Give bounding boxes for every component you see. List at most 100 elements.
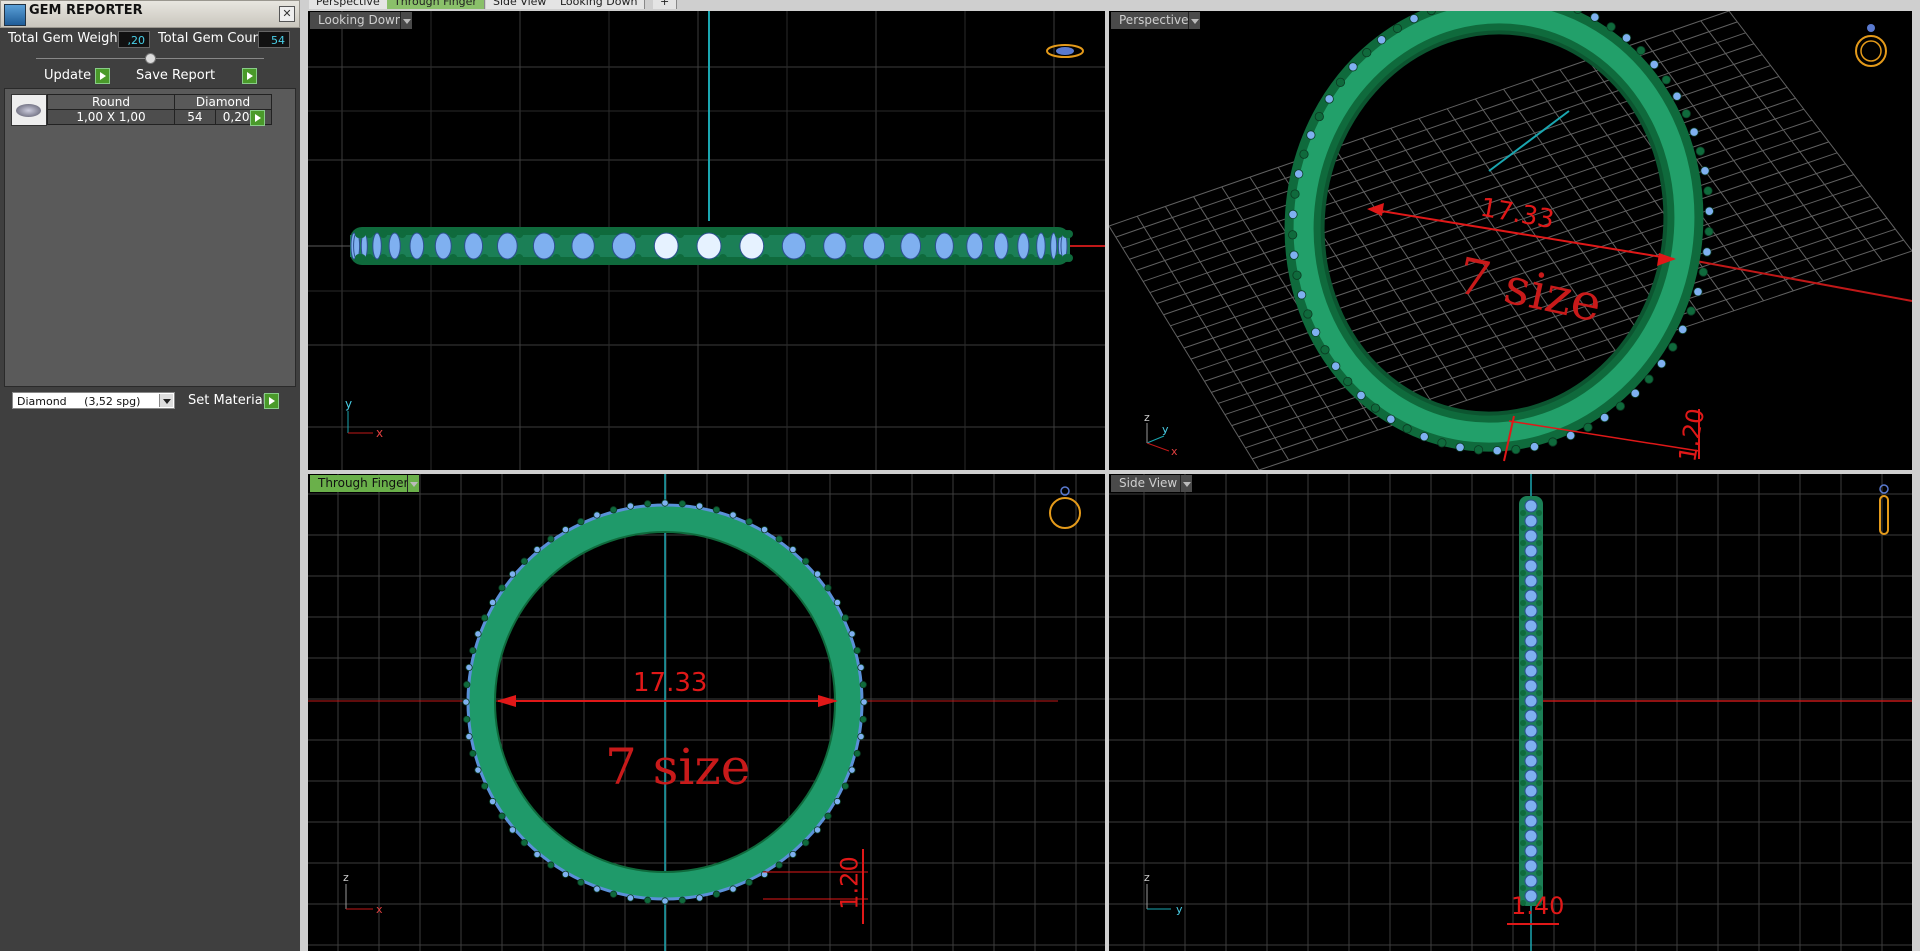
prong: [844, 230, 853, 238]
gem: [653, 232, 679, 260]
save-report-button[interactable]: Save Report: [136, 67, 215, 85]
tab-perspective[interactable]: Perspective: [309, 0, 388, 9]
gem: [577, 518, 585, 526]
prong: [951, 230, 960, 238]
gem: [789, 850, 797, 859]
gem: [1529, 442, 1540, 452]
gem: [1704, 206, 1714, 216]
gem: [1524, 589, 1538, 603]
gem: [1621, 33, 1632, 43]
material-select[interactable]: Diamond (3,52 spg): [12, 392, 175, 409]
axis-gizmo: z y: [1144, 871, 1183, 916]
prong: [1520, 585, 1526, 591]
prong: [951, 254, 960, 262]
chevron-down-icon[interactable]: [400, 12, 412, 29]
axis-y-label: y: [1162, 423, 1169, 436]
gem: [532, 232, 556, 260]
prong: [515, 230, 524, 238]
set-material-play-icon[interactable]: [264, 393, 279, 409]
gem: [1672, 91, 1682, 101]
tab-side-view[interactable]: Side View: [486, 0, 555, 9]
gem: [696, 232, 722, 260]
gem: [1524, 679, 1538, 693]
axis-x-label: x: [376, 903, 383, 916]
update-play-icon[interactable]: [95, 68, 110, 84]
gem: [729, 885, 737, 893]
prong: [1536, 795, 1542, 801]
viewport-side-view[interactable]: z y 1.40 Side View: [1109, 474, 1912, 951]
prong: [1520, 765, 1526, 771]
gem: [1299, 149, 1309, 159]
gem: [745, 518, 753, 526]
viewport-looking-down[interactable]: y x Looking Down: [308, 11, 1105, 470]
prong: [1536, 660, 1542, 666]
gem: [434, 232, 452, 260]
prong: [1520, 720, 1526, 726]
gem: [1524, 874, 1538, 888]
gem: [593, 885, 601, 893]
gem-row-play-icon[interactable]: [250, 110, 265, 126]
gem: [1017, 232, 1030, 260]
prong: [676, 230, 685, 238]
prong: [421, 254, 430, 262]
gem: [1524, 844, 1538, 858]
gem: [1356, 390, 1366, 401]
prong: [1536, 570, 1542, 576]
prong: [980, 254, 989, 262]
chevron-down-icon[interactable]: [407, 475, 419, 492]
gem: [1524, 544, 1538, 558]
gem: [1702, 247, 1712, 257]
tab-looking-down[interactable]: Looking Down: [553, 0, 646, 9]
gem: [481, 614, 489, 622]
gem: [533, 850, 541, 859]
gem: [802, 839, 810, 847]
gem: [520, 557, 528, 565]
prong: [1065, 254, 1073, 262]
gem: [1524, 784, 1538, 798]
gem: [1437, 438, 1447, 448]
gem: [1615, 401, 1626, 411]
tab-through-finger[interactable]: Through Finger: [387, 0, 485, 9]
gem: [1511, 444, 1521, 455]
close-icon[interactable]: ✕: [279, 6, 295, 22]
viewport-perspective[interactable]: z y x 17.33 7 size 1.20 Perspective: [1109, 11, 1912, 470]
prong: [918, 254, 927, 262]
gem: [1473, 445, 1484, 455]
axis-z-label: z: [1144, 871, 1150, 884]
prong: [1520, 870, 1526, 876]
gem: [1297, 290, 1307, 300]
chevron-down-icon[interactable]: [159, 394, 173, 407]
prong: [803, 254, 812, 262]
table-row[interactable]: 1,00 X 1,00 54 0,20tw: [47, 109, 273, 125]
viewport-label-looking-down[interactable]: Looking Down: [310, 12, 411, 29]
prong: [1520, 855, 1526, 861]
gem: [813, 570, 822, 578]
gem: [1292, 270, 1302, 280]
gem: [561, 870, 570, 878]
prong: [1520, 630, 1526, 636]
chevron-down-icon[interactable]: [1180, 475, 1192, 492]
set-material-button[interactable]: Set Material: [188, 392, 266, 410]
gem: [571, 232, 595, 260]
prong: [1536, 690, 1542, 696]
tab-add[interactable]: +: [653, 0, 678, 9]
gem: [489, 797, 497, 806]
update-button[interactable]: Update: [44, 67, 91, 85]
gem: [1590, 12, 1600, 22]
gem: [712, 890, 721, 898]
axis-gizmo: z x: [343, 871, 383, 916]
viewport-label-perspective[interactable]: Perspective: [1111, 12, 1197, 29]
chevron-down-icon[interactable]: [1188, 12, 1200, 29]
gem: [695, 894, 704, 902]
gem: [481, 782, 489, 790]
gem: [841, 782, 849, 790]
prong: [1536, 615, 1542, 621]
panel-slider-handle[interactable]: [145, 53, 156, 64]
viewport-label-side-view[interactable]: Side View: [1111, 475, 1186, 492]
viewport-label-through-finger[interactable]: Through Finger: [310, 475, 417, 492]
prong: [515, 254, 524, 262]
prong: [1005, 230, 1014, 238]
viewport-through-finger[interactable]: z x 17.33 7 size 1.20 Through Finger: [308, 474, 1105, 951]
gem-thumbnail-icon[interactable]: [11, 94, 47, 126]
save-report-play-icon[interactable]: [242, 68, 257, 84]
